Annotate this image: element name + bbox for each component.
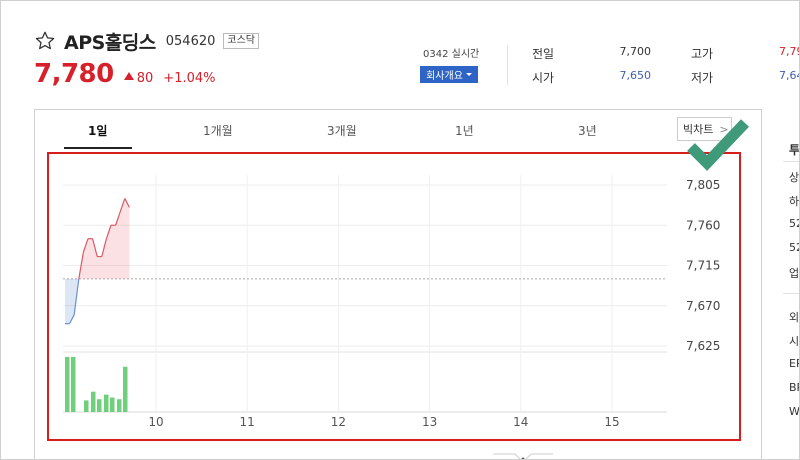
right-panel-item: 업: [789, 267, 800, 280]
volume-bar: [110, 397, 115, 412]
right-panel-item: 하: [789, 195, 800, 208]
right-panel-item: 52: [789, 241, 799, 254]
volume-bar: [91, 391, 96, 412]
app-frame: APS홀딩스 054620 코스닥 7,780 80 +1.04% 0342 실…: [0, 0, 800, 460]
right-panel-item: 외: [789, 311, 800, 324]
y-tick-label: 7,670: [686, 299, 720, 313]
collapse-handle-icon[interactable]: [493, 452, 553, 460]
price-area-up: [65, 198, 130, 279]
right-panel-divider: [783, 293, 799, 294]
right-panel-item: BP: [789, 381, 799, 394]
right-panel-item: 52: [789, 217, 799, 230]
volume-bar: [84, 400, 89, 412]
x-tick-label: 12: [331, 415, 346, 429]
right-panel-item: 상: [789, 171, 800, 184]
x-tick-label: 11: [240, 415, 255, 429]
right-panel-divider: [783, 161, 799, 162]
x-tick-label: 13: [422, 415, 437, 429]
volume-bar: [123, 366, 128, 412]
volume-bar: [117, 399, 122, 412]
x-tick-label: 10: [148, 415, 163, 429]
volume-bar: [97, 399, 102, 412]
volume-bar: [71, 356, 76, 412]
volume-bar: [65, 356, 70, 412]
right-info-panel: 투 상 하 52 52 업 외 시 EP BP W: [763, 109, 800, 459]
right-panel-item: 시: [789, 335, 800, 348]
y-tick-label: 7,760: [686, 218, 720, 232]
x-tick-label: 14: [513, 415, 528, 429]
volume-bar: [104, 394, 109, 412]
checkmark-icon: [687, 119, 749, 171]
y-tick-label: 7,715: [686, 259, 720, 273]
y-tick-label: 7,805: [686, 178, 720, 192]
right-panel-item: 투: [789, 143, 800, 157]
x-tick-label: 15: [604, 415, 619, 429]
right-panel-item: EP: [789, 357, 799, 370]
intraday-chart: 7,805 7,760 7,715 7,670 7,625 10 11 12 13 14 15: [63, 175, 720, 429]
right-panel-item: W: [789, 405, 800, 418]
y-tick-label: 7,625: [686, 339, 720, 353]
price-area-down: [65, 278, 130, 324]
